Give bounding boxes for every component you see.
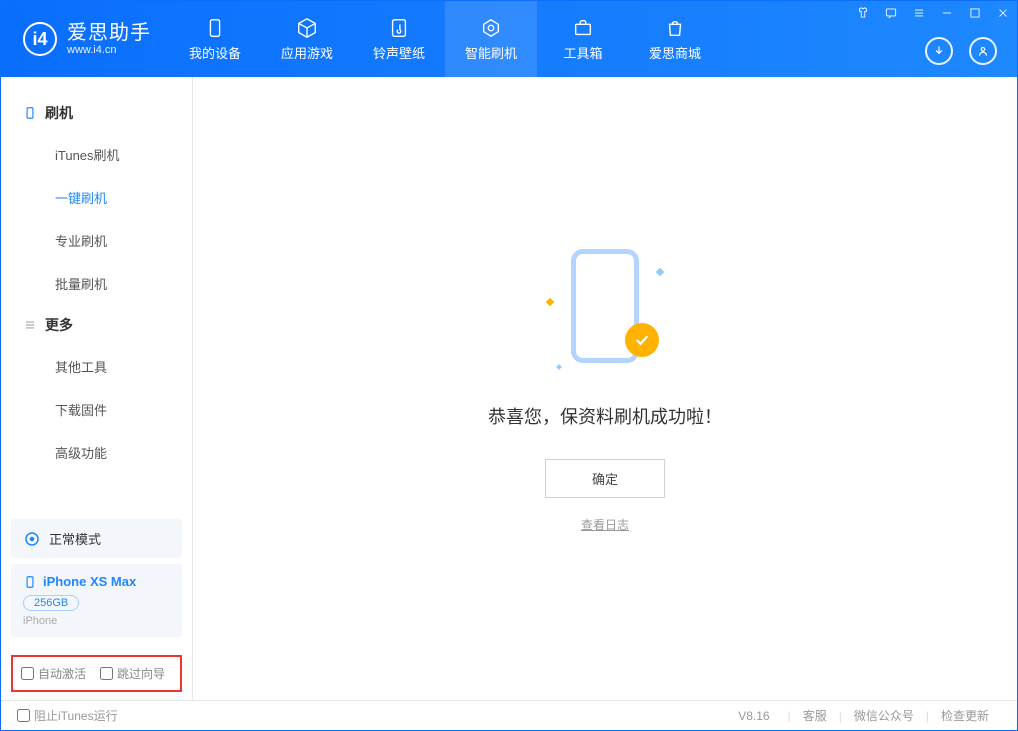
check-icon — [625, 323, 659, 357]
sidebar-section-flash: 刷机 — [1, 93, 192, 133]
nav-store[interactable]: 爱思商城 — [629, 1, 721, 77]
app-title: 爱思助手 — [67, 22, 151, 44]
window-controls — [855, 5, 1011, 21]
section-title: 更多 — [45, 315, 73, 335]
nav-label: 智能刷机 — [465, 43, 517, 62]
app-logo: i4 爱思助手 www.i4.cn — [1, 1, 169, 77]
sidebar-item-advanced[interactable]: 高级功能 — [1, 431, 192, 474]
sidebar-item-batch-flash[interactable]: 批量刷机 — [1, 262, 192, 305]
checkbox-auto-activate[interactable]: 自动激活 — [21, 665, 86, 682]
nav-label: 应用游戏 — [281, 43, 333, 62]
minimize-icon[interactable] — [939, 5, 955, 21]
sidebar-item-itunes-flash[interactable]: iTunes刷机 — [1, 133, 192, 176]
footer-link-support[interactable]: 客服 — [791, 707, 839, 724]
device-name: iPhone XS Max — [43, 574, 136, 589]
device-capacity: 256GB — [23, 595, 79, 611]
success-illustration — [545, 245, 665, 375]
footer-link-wechat[interactable]: 微信公众号 — [842, 707, 926, 724]
sidebar: 刷机 iTunes刷机 一键刷机 专业刷机 批量刷机 更多 其他工具 下载固件 … — [1, 77, 193, 700]
maximize-icon[interactable] — [967, 5, 983, 21]
main-nav: 我的设备 应用游戏 铃声壁纸 智能刷机 工具箱 爱思商城 — [169, 1, 721, 77]
mode-label: 正常模式 — [49, 529, 101, 548]
toolbox-icon — [572, 17, 594, 39]
nav-ringtones[interactable]: 铃声壁纸 — [353, 1, 445, 77]
section-title: 刷机 — [45, 103, 73, 123]
nav-smart-flash[interactable]: 智能刷机 — [445, 1, 537, 77]
menu-icon[interactable] — [911, 5, 927, 21]
tshirt-icon[interactable] — [855, 5, 871, 21]
nav-my-device[interactable]: 我的设备 — [169, 1, 261, 77]
ok-button[interactable]: 确定 — [545, 459, 665, 498]
device-panel[interactable]: iPhone XS Max 256GB iPhone — [11, 564, 182, 637]
sidebar-item-oneclick-flash[interactable]: 一键刷机 — [1, 176, 192, 219]
sidebar-item-download-firmware[interactable]: 下载固件 — [1, 388, 192, 431]
cube-icon — [296, 17, 318, 39]
nav-label: 铃声壁纸 — [373, 43, 425, 62]
logo-icon: i4 — [23, 22, 57, 56]
mode-icon — [23, 530, 41, 548]
feedback-icon[interactable] — [883, 5, 899, 21]
nav-toolbox[interactable]: 工具箱 — [537, 1, 629, 77]
refresh-icon — [480, 17, 502, 39]
nav-apps-games[interactable]: 应用游戏 — [261, 1, 353, 77]
sidebar-item-other-tools[interactable]: 其他工具 — [1, 345, 192, 388]
footer-link-update[interactable]: 检查更新 — [929, 707, 1001, 724]
header-right — [925, 37, 997, 65]
footer: 阻止iTunes运行 V8.16 | 客服 | 微信公众号 | 检查更新 — [1, 700, 1017, 730]
phone-icon — [23, 106, 37, 120]
close-icon[interactable] — [995, 5, 1011, 21]
list-icon — [23, 318, 37, 332]
store-icon — [664, 17, 686, 39]
checkbox-skip-guide[interactable]: 跳过向导 — [100, 665, 165, 682]
music-icon — [388, 17, 410, 39]
nav-label: 爱思商城 — [649, 43, 701, 62]
app-subtitle: www.i4.cn — [67, 44, 151, 56]
device-icon — [204, 17, 226, 39]
sidebar-item-pro-flash[interactable]: 专业刷机 — [1, 219, 192, 262]
view-log-link[interactable]: 查看日志 — [581, 516, 629, 533]
device-icon — [23, 575, 37, 589]
options-row: 自动激活 跳过向导 — [11, 655, 182, 692]
device-type: iPhone — [23, 615, 170, 627]
main-content: 恭喜您，保资料刷机成功啦！ 确定 查看日志 — [193, 77, 1017, 700]
mode-panel[interactable]: 正常模式 — [11, 519, 182, 558]
sidebar-section-more: 更多 — [1, 305, 192, 345]
user-button[interactable] — [969, 37, 997, 65]
download-button[interactable] — [925, 37, 953, 65]
checkbox-block-itunes[interactable]: 阻止iTunes运行 — [17, 707, 118, 724]
app-header: i4 爱思助手 www.i4.cn 我的设备 应用游戏 铃声壁纸 智能刷机 工具… — [1, 1, 1017, 77]
nav-label: 我的设备 — [189, 43, 241, 62]
nav-label: 工具箱 — [563, 43, 602, 62]
result-message: 恭喜您，保资料刷机成功啦！ — [488, 403, 722, 429]
version-label: V8.16 — [738, 709, 769, 723]
